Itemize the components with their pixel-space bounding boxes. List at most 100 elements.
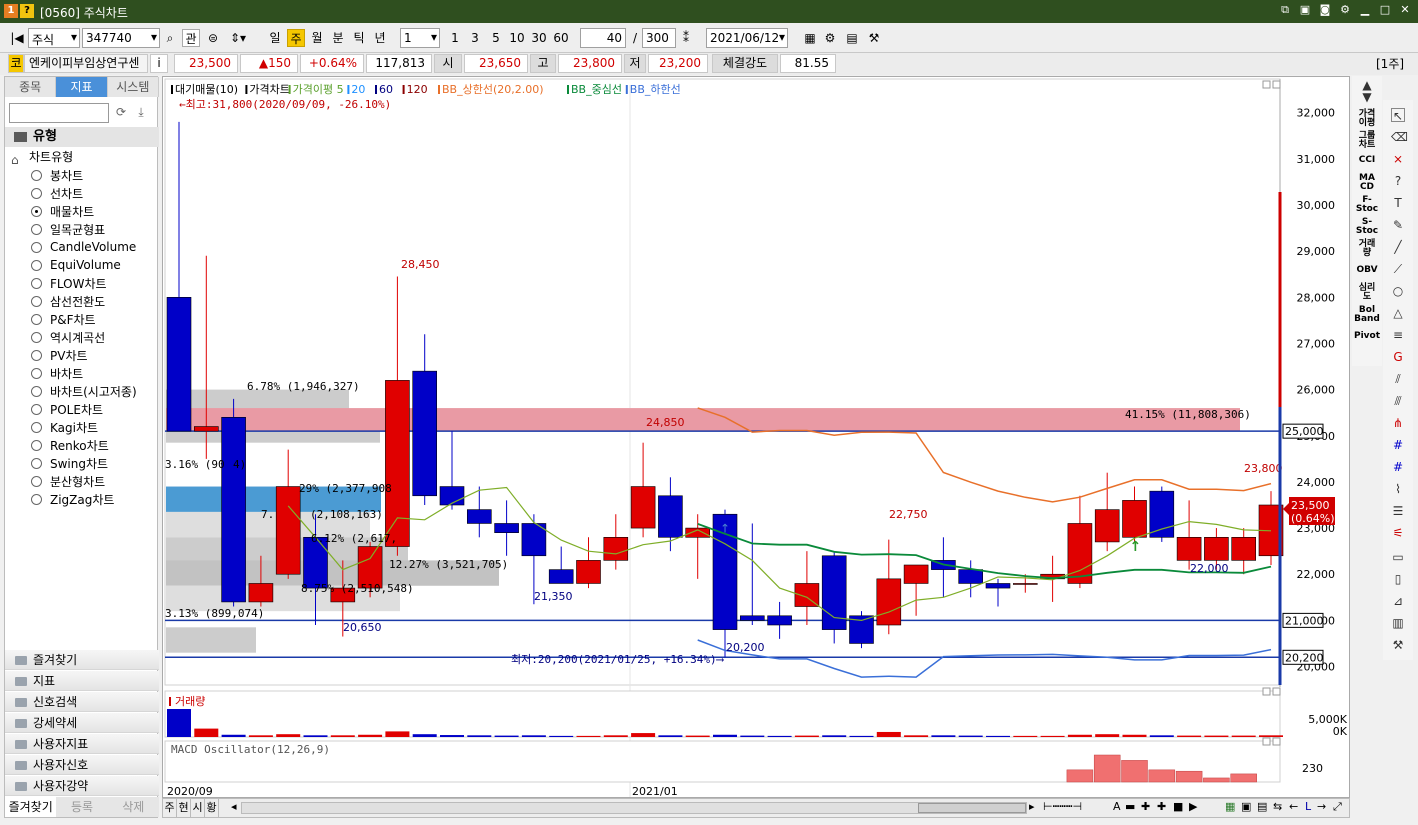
window-icon[interactable]: ▭: [1391, 550, 1405, 564]
line-icon[interactable]: ╱: [1391, 240, 1405, 254]
shortcut-group-chart[interactable]: 그룹 차트: [1352, 132, 1382, 150]
help-badge[interactable]: ?: [20, 4, 34, 18]
disk-icon[interactable]: ▣: [1241, 800, 1251, 813]
interval-button-10[interactable]: 10: [508, 29, 526, 47]
wrench-icon[interactable]: ⚒: [1391, 638, 1405, 652]
candle-body[interactable]: [1231, 537, 1256, 561]
scroll-left-icon[interactable]: ◂: [231, 800, 237, 813]
delete-all-icon[interactable]: ⨯: [1391, 152, 1405, 166]
gann-icon[interactable]: G: [1391, 350, 1405, 364]
zoom-slider[interactable]: ⊢┅┅┅⊣: [1043, 800, 1103, 813]
config-icon[interactable]: ⚙: [822, 29, 838, 47]
chart-type-item[interactable]: 역시계곡선: [31, 328, 105, 346]
panel-control-icon[interactable]: [1262, 737, 1271, 746]
shortcut-obv[interactable]: OBV: [1352, 266, 1382, 275]
candle-body[interactable]: [1012, 583, 1038, 585]
candle-body[interactable]: [603, 537, 629, 561]
updown-stepper-icon[interactable]: ⇕▾: [226, 29, 250, 47]
left-tab-1[interactable]: 지표: [56, 77, 108, 97]
font-size-icon[interactable]: A: [1113, 800, 1121, 813]
period-tab-0[interactable]: 일: [266, 29, 284, 47]
interval-select[interactable]: 1 ▾: [400, 28, 440, 48]
candle-body[interactable]: [548, 569, 574, 584]
doc-icon[interactable]: ▯: [1391, 572, 1405, 586]
candle-body[interactable]: [1094, 509, 1120, 543]
candle-body[interactable]: [248, 583, 274, 603]
period-tab-2[interactable]: 월: [308, 29, 326, 47]
stock-code-input[interactable]: 347740 ▾: [82, 28, 160, 48]
chart-type-item[interactable]: Kagi차트: [31, 418, 98, 436]
type-group-header[interactable]: 유형: [5, 127, 159, 147]
excel-icon[interactable]: ▦: [1225, 800, 1235, 813]
cursor-icon[interactable]: ↖: [1391, 108, 1405, 123]
shortcut-pivot[interactable]: Pivot: [1352, 332, 1382, 341]
wave-icon[interactable]: #: [1391, 460, 1405, 474]
scrollbar-track[interactable]: [241, 802, 1027, 814]
candle-body[interactable]: [739, 615, 765, 621]
chart-type-item[interactable]: CandleVolume: [31, 238, 136, 256]
volume-panel[interactable]: [164, 690, 1281, 738]
candle-body[interactable]: [1149, 490, 1175, 538]
scroll-down-icon[interactable]: ▼: [1360, 90, 1374, 104]
shortcut-fstoc[interactable]: F- Stoc: [1352, 196, 1382, 214]
chart-type-item[interactable]: POLE차트: [31, 400, 103, 418]
fit-icon[interactable]: ⤢: [1333, 800, 1342, 814]
chart-type-subgroup[interactable]: ⌂ 차트유형: [9, 148, 73, 167]
candle-body[interactable]: [1204, 537, 1229, 561]
shortcut-bolband[interactable]: Bol Band: [1352, 306, 1382, 324]
maximize-icon[interactable]: □: [1378, 3, 1392, 17]
candle-body[interactable]: [1176, 537, 1202, 561]
folder-item[interactable]: 사용자지표: [5, 734, 159, 754]
chart-type-item[interactable]: 바차트: [31, 364, 83, 382]
help-icon[interactable]: ?: [1391, 174, 1405, 188]
candle-body[interactable]: [985, 583, 1011, 589]
shortcut-volume[interactable]: 거래 량: [1352, 240, 1382, 258]
panel-control-icon[interactable]: [1272, 737, 1281, 746]
period-tab-3[interactable]: 분: [329, 29, 347, 47]
folder-item[interactable]: 사용자강약: [5, 776, 159, 796]
channel-icon[interactable]: ≡: [1391, 328, 1405, 342]
folder-item[interactable]: 지표: [5, 671, 159, 691]
save-icon[interactable]: ▤: [844, 29, 860, 47]
period-tab-5[interactable]: 년: [371, 29, 389, 47]
legend-item[interactable]: 60: [379, 83, 393, 96]
pencil-icon[interactable]: ✎: [1391, 218, 1405, 232]
candle-body[interactable]: [466, 509, 492, 524]
candle-body[interactable]: [412, 370, 437, 497]
fan-icon[interactable]: ⫽: [1391, 372, 1405, 386]
refresh-icon[interactable]: ⟳: [113, 105, 129, 121]
left-footer-button-1[interactable]: 등록: [56, 797, 108, 817]
folder-item[interactable]: 즐겨찾기: [5, 650, 159, 670]
link-icon[interactable]: ⧉: [1278, 3, 1292, 17]
trend-line-icon[interactable]: ⟋: [1391, 262, 1405, 276]
panel-control-icon[interactable]: [1272, 687, 1281, 696]
legend-item[interactable]: 대기매물(10): [175, 83, 238, 96]
shrink-icon[interactable]: ✚: [1157, 800, 1166, 813]
chart-type-item[interactable]: 바차트(시고저종): [31, 382, 137, 400]
chart-type-item[interactable]: PV차트: [31, 346, 88, 364]
zoom-out-icon[interactable]: ▬: [1125, 800, 1135, 813]
circle-icon[interactable]: ○: [1391, 284, 1405, 298]
folder-item[interactable]: 사용자신호: [5, 755, 159, 775]
gear-icon[interactable]: ⚙: [1338, 3, 1352, 17]
forward-icon[interactable]: →: [1317, 800, 1326, 813]
legend-item[interactable]: BB_하한선: [630, 82, 681, 96]
market-select[interactable]: 주식 ▾: [28, 28, 80, 48]
period-tab-4[interactable]: 틱: [350, 29, 368, 47]
shortcut-cci[interactable]: CCI: [1352, 156, 1382, 165]
shortcut-macd[interactable]: MA CD: [1352, 174, 1382, 192]
legend-item[interactable]: BB_상한선(20,2.00): [442, 83, 544, 96]
zigzag-icon[interactable]: ⌇: [1391, 482, 1405, 496]
print-icon[interactable]: ▣: [1298, 3, 1312, 17]
chart-type-item[interactable]: 일목균형표: [31, 220, 105, 238]
candle-body[interactable]: [658, 495, 683, 538]
last-icon[interactable]: L: [1305, 800, 1311, 813]
folder-item[interactable]: 신호검색: [5, 692, 159, 712]
chart-type-item[interactable]: 분산형차트: [31, 472, 105, 490]
auto-icon[interactable]: ⚟: [1391, 526, 1405, 540]
legend-item[interactable]: 120: [407, 83, 428, 96]
interval-button-30[interactable]: 30: [530, 29, 548, 47]
candle-body[interactable]: [494, 523, 519, 533]
candle-body[interactable]: [576, 560, 601, 584]
date-select[interactable]: 2021/06/12 ▾: [706, 28, 788, 48]
